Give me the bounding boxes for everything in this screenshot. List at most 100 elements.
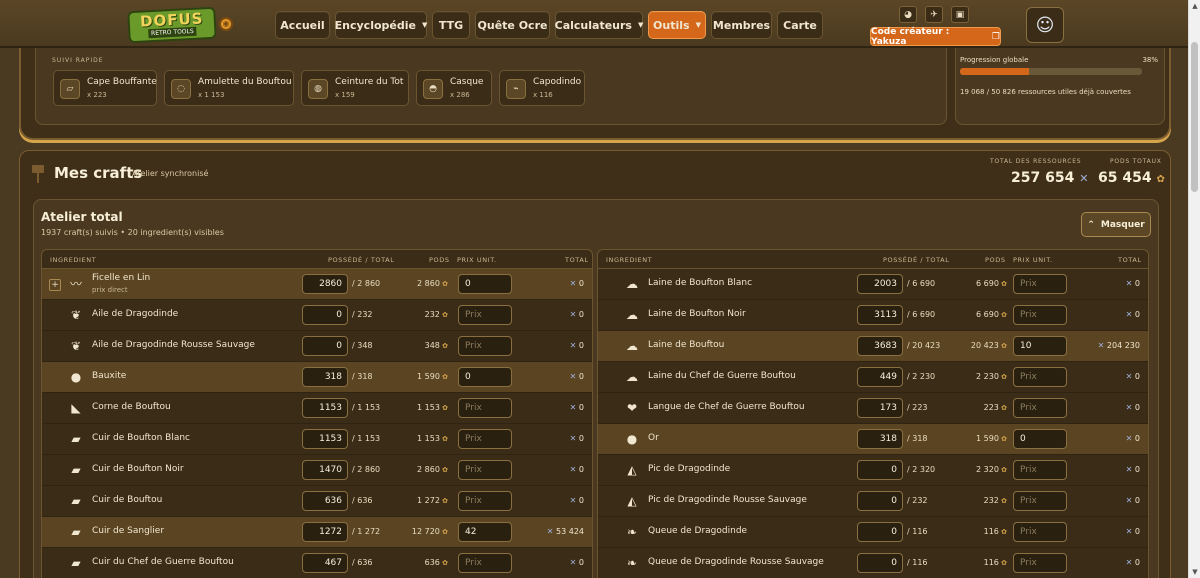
site-logo[interactable]: DOFUS RETRO TOOLS bbox=[127, 6, 217, 44]
creator-code-button[interactable]: Code créateur : Yakuza ❐ bbox=[870, 27, 1001, 47]
twitter-icon[interactable]: ✈ bbox=[925, 6, 943, 23]
table-row: ▰ Cuir de Boufton Noir 1470 / 2 860 2 860 ✿ P… bbox=[42, 455, 592, 486]
kama-icon: ✕ bbox=[569, 279, 579, 288]
unit-price-input[interactable]: 10 bbox=[1013, 336, 1067, 356]
unit-price-input[interactable]: 0 bbox=[458, 274, 512, 294]
scroll-up-icon[interactable]: ▲ bbox=[1191, 2, 1199, 10]
unit-price-input[interactable]: Prix bbox=[458, 429, 512, 449]
pods-value: 223 ✿ bbox=[983, 403, 1007, 412]
twitch-icon[interactable]: ▣ bbox=[951, 6, 969, 23]
owned-input[interactable]: 0 bbox=[857, 522, 903, 542]
owned-input[interactable]: 2860 bbox=[302, 274, 348, 294]
table-row: ◭ Pic de Dragodinde 0 / 2 320 2 320 ✿ Prix ✕ 0 bbox=[598, 455, 1148, 486]
unit-price-input[interactable]: Prix bbox=[1013, 491, 1067, 511]
unit-price-input[interactable]: 42 bbox=[458, 522, 512, 542]
row-total: ✕ 0 bbox=[1125, 496, 1140, 505]
owned-input[interactable]: 1153 bbox=[302, 429, 348, 449]
nav-carte[interactable]: Carte bbox=[777, 11, 823, 39]
ingredient-name: Pic de Dragodinde Rousse Sauvage bbox=[648, 495, 807, 505]
unit-price-input[interactable]: Prix bbox=[1013, 460, 1067, 480]
owned-input[interactable]: 3113 bbox=[857, 305, 903, 325]
scroll-down-icon[interactable]: ▼ bbox=[1191, 568, 1199, 576]
owned-input[interactable]: 1470 bbox=[302, 460, 348, 480]
unit-price-input[interactable]: Prix bbox=[458, 336, 512, 356]
owned-input[interactable]: 318 bbox=[302, 367, 348, 387]
nav-outils[interactable]: Outils ▼ bbox=[648, 11, 706, 39]
avatar[interactable]: ☺ bbox=[1026, 7, 1064, 43]
unit-price-input[interactable]: 0 bbox=[1013, 429, 1067, 449]
required-total: / 318 bbox=[907, 434, 928, 443]
owned-input[interactable]: 0 bbox=[302, 336, 348, 356]
ingredient-name: Queue de Dragodinde Rousse Sauvage bbox=[648, 557, 824, 567]
pods-icon: ✿ bbox=[998, 404, 1007, 412]
quick-item[interactable]: ◌ Amulette du Bouftou x 1 153 bbox=[164, 70, 294, 106]
nav-membres[interactable]: Membres bbox=[711, 11, 772, 39]
quick-item[interactable]: ▱ Cape Bouffante x 223 bbox=[53, 70, 157, 106]
required-total: / 232 bbox=[907, 496, 928, 505]
unit-price-input[interactable]: Prix bbox=[1013, 367, 1067, 387]
pods-icon: ✿ bbox=[998, 528, 1007, 536]
pods-icon: ✿ bbox=[439, 404, 448, 412]
unit-price-input[interactable]: Prix bbox=[458, 553, 512, 573]
expand-icon[interactable]: + bbox=[49, 279, 61, 291]
ingredient-name: Cuir de Boufton Blanc bbox=[92, 433, 190, 443]
unit-price-input[interactable]: 0 bbox=[458, 367, 512, 387]
pods-value: 348 ✿ bbox=[424, 341, 448, 350]
pods-value: 2 230 ✿ bbox=[976, 372, 1007, 381]
nav-accueil[interactable]: Accueil bbox=[275, 11, 330, 39]
owned-input[interactable]: 449 bbox=[857, 367, 903, 387]
ingredient-name: Laine de Bouftou bbox=[648, 340, 725, 350]
unit-price-input[interactable]: Prix bbox=[1013, 274, 1067, 294]
nav-encyclopedie[interactable]: Encyclopédie ▼ bbox=[335, 11, 427, 39]
coin-icon[interactable]: ◉ bbox=[219, 17, 233, 31]
table-row: ▰ Cuir de Sanglier 1272 / 1 272 12 720 ✿ 42 ✕ … bbox=[42, 517, 592, 548]
ingredient-icon: ◭ bbox=[627, 494, 637, 508]
unit-price-input[interactable]: Prix bbox=[1013, 305, 1067, 325]
unit-price-input[interactable]: Prix bbox=[458, 305, 512, 325]
owned-input[interactable]: 1272 bbox=[302, 522, 348, 542]
ingredient-name: Ficelle en Lin bbox=[92, 273, 151, 283]
owned-input[interactable]: 467 bbox=[302, 553, 348, 573]
kama-icon: ✕ bbox=[569, 341, 579, 350]
owned-input[interactable]: 0 bbox=[857, 491, 903, 511]
unit-price-input[interactable]: Prix bbox=[458, 491, 512, 511]
ingredients-table-right: INGREDIENT POSSÉDÉ / TOTAL PODS PRIX UNI… bbox=[597, 249, 1149, 578]
owned-input[interactable]: 3683 bbox=[857, 336, 903, 356]
pods-value: 6 690 ✿ bbox=[976, 310, 1007, 319]
unit-price-input[interactable]: Prix bbox=[458, 398, 512, 418]
nav-calculateurs[interactable]: Calculateurs ▼ bbox=[555, 11, 643, 39]
unit-price-input[interactable]: Prix bbox=[458, 460, 512, 480]
owned-input[interactable]: 0 bbox=[302, 305, 348, 325]
quick-item[interactable]: ⌁ Capodindo x 116 bbox=[499, 70, 585, 106]
ingredient-icon: ❦ bbox=[70, 308, 82, 322]
page-scrollbar[interactable]: ▲ ▼ bbox=[1188, 0, 1200, 578]
scrollbar-thumb[interactable] bbox=[1191, 42, 1198, 192]
nav-quete-ocre[interactable]: Quête Ocre bbox=[475, 11, 550, 39]
nav-ttg[interactable]: TTG bbox=[432, 11, 470, 39]
ingredient-name: Bauxite bbox=[92, 371, 127, 381]
hide-button[interactable]: ⌃ Masquer bbox=[1081, 212, 1151, 237]
owned-input[interactable]: 318 bbox=[857, 429, 903, 449]
owned-input[interactable]: 1153 bbox=[302, 398, 348, 418]
unit-price-input[interactable]: Prix bbox=[1013, 522, 1067, 542]
ingredient-icon: ☁ bbox=[626, 277, 638, 291]
unit-price-input[interactable]: Prix bbox=[1013, 398, 1067, 418]
owned-input[interactable]: 0 bbox=[857, 460, 903, 480]
owned-input[interactable]: 173 bbox=[857, 398, 903, 418]
row-total: ✕ 0 bbox=[569, 372, 584, 381]
pods-icon: ✿ bbox=[1156, 174, 1165, 185]
owned-input[interactable]: 0 bbox=[857, 553, 903, 573]
owned-input[interactable]: 2003 bbox=[857, 274, 903, 294]
pods-value: 2 320 ✿ bbox=[976, 465, 1007, 474]
quick-item[interactable]: ◍ Ceinture du Tot x 159 bbox=[301, 70, 409, 106]
table-row: ☁ Laine de Boufton Noir 3113 / 6 690 6 690 ✿… bbox=[598, 300, 1148, 331]
required-total: / 6 690 bbox=[907, 279, 936, 288]
discord-icon[interactable]: ◕ bbox=[899, 6, 917, 23]
quick-item[interactable]: ◓ Casque x 286 bbox=[416, 70, 492, 106]
ingredient-icon: ▰ bbox=[71, 556, 81, 570]
unit-price-input[interactable]: Prix bbox=[1013, 553, 1067, 573]
required-total: / 1 272 bbox=[352, 527, 381, 536]
pods-icon: ✿ bbox=[998, 466, 1007, 474]
kama-icon: ✕ bbox=[569, 372, 579, 381]
owned-input[interactable]: 636 bbox=[302, 491, 348, 511]
